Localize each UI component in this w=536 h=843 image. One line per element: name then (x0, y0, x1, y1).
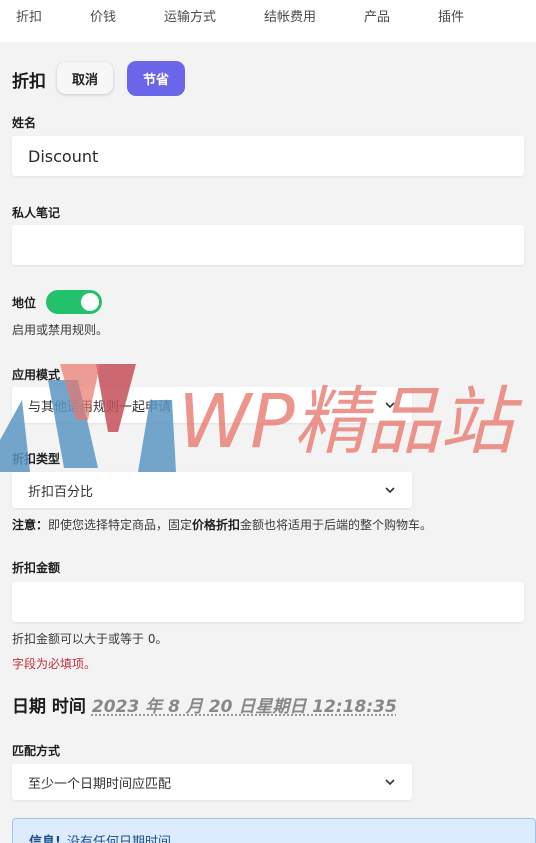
discount-type-label: 折扣类型 (12, 452, 61, 466)
discount-amount-help: 折扣金额可以大于或等于 0。 (12, 632, 168, 646)
match-mode-label: 匹配方式 (12, 744, 61, 758)
name-input[interactable]: Discount (12, 136, 524, 176)
apply-mode-value: 与其他适用规则一起申请 (28, 399, 172, 415)
tab-checkout-fees[interactable]: 结帐费用 (264, 6, 316, 25)
status-help: 启用或禁用规则。 (12, 323, 109, 337)
discount-type-select[interactable]: 折扣百分比 (12, 472, 412, 508)
toggle-knob (81, 293, 99, 311)
chevron-down-icon (385, 402, 395, 409)
top-tab-bar: 折扣 价钱 运输方式 结帐费用 产品 插件 (0, 0, 536, 42)
info-text: 没有任何日期时间 (66, 835, 171, 843)
note-bold: 价格折扣 (192, 518, 241, 532)
apply-mode-select[interactable]: 与其他适用规则一起申请 (12, 387, 412, 423)
chevron-down-icon (385, 779, 395, 786)
tab-products[interactable]: 产品 (364, 6, 390, 25)
match-mode-value: 至少一个日期时间应匹配 (28, 776, 172, 792)
private-note-input[interactable] (12, 225, 524, 265)
tab-plugins[interactable]: 插件 (438, 6, 464, 25)
info-alert: 信息! 没有任何日期时间 (12, 818, 536, 843)
discount-editor-page: 折扣 价钱 运输方式 结帐费用 产品 插件 折扣 取消 节省 姓名 Discou… (0, 0, 536, 843)
cancel-button[interactable]: 取消 (57, 62, 113, 94)
status-label: 地位 (12, 296, 37, 310)
page-title: 折扣 (12, 72, 46, 92)
status-toggle[interactable] (46, 290, 102, 314)
discount-amount-label: 折扣金额 (12, 561, 61, 575)
chevron-down-icon (385, 487, 395, 494)
private-note-label: 私人笔记 (12, 206, 61, 220)
name-input-value: Discount (28, 146, 99, 166)
name-label: 姓名 (12, 116, 37, 130)
tab-discount[interactable]: 折扣 (16, 6, 42, 25)
match-mode-select[interactable]: 至少一个日期时间应匹配 (12, 764, 412, 800)
discount-type-note: 注意：即使您选择特定商品，固定价格折扣金额也将适用于后端的整个购物车。 (12, 516, 432, 533)
info-prefix: 信息! (29, 835, 61, 843)
tab-price[interactable]: 价钱 (90, 6, 116, 25)
discount-amount-input[interactable] (12, 582, 524, 622)
discount-type-value: 折扣百分比 (28, 484, 94, 500)
save-button[interactable]: 节省 (127, 61, 185, 96)
tab-shipping[interactable]: 运输方式 (164, 6, 216, 25)
datetime-heading: 日期 时间 2023 年 8 月 20 日星期日 12:18:35 (12, 692, 397, 717)
required-field-error: 字段为必填项。 (12, 657, 97, 671)
datetime-title: 日期 时间 (12, 697, 86, 717)
note-text-2: 金额也将适用于后端的整个购物车。 (240, 518, 433, 532)
note-text-1: 即使您选择特定商品，固定 (48, 518, 193, 532)
datetime-value-link[interactable]: 2023 年 8 月 20 日星期日 12:18:35 (92, 697, 397, 717)
note-prefix: 注意： (12, 518, 49, 532)
apply-mode-label: 应用模式 (12, 368, 61, 382)
